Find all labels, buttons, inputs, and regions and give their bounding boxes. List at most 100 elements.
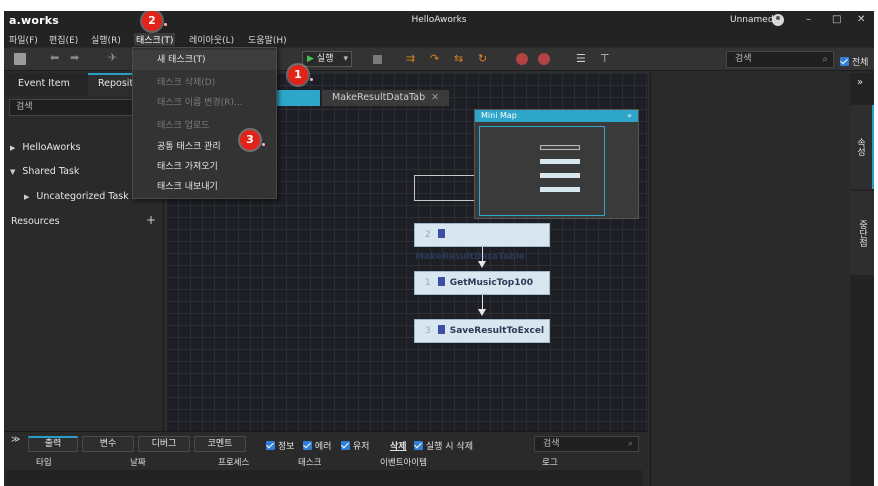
menu-item-export-task[interactable]: 태스크 내보내기 (133, 177, 276, 197)
connector-arrow-icon (478, 309, 486, 316)
connector-arrow-icon (478, 261, 486, 268)
menu-item-new-task[interactable]: 새 태스크(T) (133, 50, 276, 70)
forward-arrow-icon[interactable]: ➡ (70, 51, 82, 64)
output-search-input[interactable]: 검색 ⌕ (534, 436, 639, 452)
column-log[interactable]: 로그 (542, 456, 558, 468)
filter-label: 에러 (314, 442, 332, 452)
callout-dot (164, 23, 167, 26)
minimize-button[interactable]: – (806, 14, 811, 25)
step-into-icon[interactable]: ↷ (430, 52, 439, 65)
toolbar-search-placeholder: 검색 (735, 54, 752, 64)
close-button[interactable]: ✕ (857, 14, 865, 25)
filter-error-checkbox[interactable]: 에러 (303, 439, 331, 452)
user-name[interactable]: Unnamed (730, 15, 774, 25)
stop-icon[interactable] (373, 55, 382, 64)
column-process[interactable]: 프로세스 (218, 456, 249, 468)
menu-file[interactable]: 파일(F) (7, 33, 40, 46)
output-search-placeholder: 검색 (543, 439, 560, 449)
active-canvas-tab[interactable] (274, 90, 320, 106)
column-task[interactable]: 태스크 (298, 456, 321, 468)
align-top-icon[interactable]: ⊤ (600, 52, 610, 65)
add-breakpoint-icon[interactable] (516, 53, 528, 65)
toolbar-search-input[interactable]: 검색 ⌕ (726, 51, 834, 68)
chevron-right-icon: ▶ (24, 193, 30, 201)
expand-icon[interactable]: » (857, 77, 863, 88)
step-over-icon[interactable]: ⇉ (406, 52, 415, 65)
search-icon: ⌕ (822, 54, 828, 65)
column-date[interactable]: 날짜 (130, 456, 146, 468)
column-type[interactable]: 타입 (36, 456, 52, 468)
close-tab-icon[interactable]: ✕ (431, 92, 439, 103)
output-panel: ≫ 출력 변수 디버그 코멘트 정보 에러 유저 삭제 실행 시 삭제 검색 ⌕… (4, 431, 648, 486)
tree-item-label: HelloAworks (22, 142, 81, 153)
mini-map-node (540, 173, 580, 178)
checkbox-icon (414, 441, 423, 450)
pin-icon[interactable]: ✈ (108, 51, 120, 64)
mini-map[interactable]: Mini Map » (474, 109, 639, 219)
menu-edit[interactable]: 편집(E) (47, 33, 80, 46)
filter-user-checkbox[interactable]: 유저 (341, 439, 369, 452)
callout-badge-3: 3 (240, 130, 260, 150)
task-node[interactable]: 1 GetMusicTop100 (414, 271, 550, 295)
run-button-label: 실행 (316, 54, 334, 64)
add-resource-icon[interactable]: + (146, 213, 156, 227)
back-arrow-icon[interactable]: ⬅ (50, 51, 62, 64)
menu-layout[interactable]: 레이아웃(L) (187, 33, 236, 46)
document-icon (437, 229, 445, 238)
node-label: GetMusicTop100 (449, 278, 534, 288)
tab-variables[interactable]: 변수 (82, 436, 134, 452)
task-node[interactable]: 2 MakeResultDataTable (414, 223, 550, 262)
menu-run[interactable]: 실행(R) (89, 33, 123, 46)
tree-item-helloaworks[interactable]: ▶ HelloAworks (10, 142, 81, 153)
maximize-button[interactable]: □ (832, 14, 841, 25)
step-out-icon[interactable]: ⇆ (454, 52, 463, 65)
mini-map-node (540, 159, 580, 164)
tab-output[interactable]: 출력 (28, 436, 78, 452)
app-window: a.works HelloAworks Unnamed – □ ✕ 파일(F) … (4, 11, 874, 486)
tree-item-label: Uncategorized Task (36, 191, 129, 202)
delete-on-run-checkbox[interactable]: 실행 시 삭제 (414, 439, 473, 452)
title-bar: a.works HelloAworks Unnamed – □ ✕ (4, 11, 874, 31)
document-icon (437, 325, 445, 334)
tree-item-label: Shared Task (22, 166, 80, 177)
menu-bar: 파일(F) 편집(E) 실행(R) 태스크(T) 레이아웃(L) 도움말(H) (4, 31, 874, 47)
filter-info-checkbox[interactable]: 정보 (266, 439, 294, 452)
collapse-icon[interactable]: » (627, 110, 632, 122)
remove-breakpoint-icon[interactable] (538, 53, 550, 65)
node-number: 1 (425, 278, 431, 288)
user-avatar-icon[interactable] (772, 14, 784, 26)
align-icon[interactable]: ☰ (576, 52, 586, 65)
right-side-bar: » 속성 중단점 (850, 73, 874, 486)
menu-task[interactable]: 태스크(T) (134, 33, 176, 46)
mini-map-node (540, 145, 580, 150)
restart-icon[interactable]: ↻ (478, 52, 487, 65)
run-button[interactable]: ▶ 실행 ▾ (302, 51, 352, 67)
collapse-panel-icon[interactable]: ≫ (11, 435, 20, 445)
menu-help[interactable]: 도움말(H) (246, 33, 289, 46)
delete-log-link[interactable]: 삭제 (390, 439, 407, 452)
chevron-right-icon: ▶ (10, 144, 16, 152)
output-table-header: 타입 날짜 프로세스 태스크 이벤트아이템 로그 (4, 456, 648, 468)
all-checkbox[interactable]: 전체 (840, 55, 868, 68)
tab-comment[interactable]: 코멘트 (194, 436, 246, 452)
canvas-tab[interactable]: MakeResultDataTab ✕ (322, 90, 450, 106)
output-table-body (6, 470, 642, 486)
filter-label: 유저 (352, 442, 370, 452)
tab-event-item[interactable]: Event Item (18, 73, 86, 95)
checkbox-icon (840, 57, 849, 66)
callout-dot (262, 143, 265, 146)
mini-map-viewport[interactable] (479, 126, 605, 216)
properties-panel (650, 73, 850, 486)
menu-item-delete-task: 태스크 삭제(D) (157, 78, 216, 88)
node-number: 2 (425, 230, 431, 240)
save-icon[interactable] (14, 53, 26, 65)
menu-item-import-task[interactable]: 태스크 가져오기 (133, 157, 276, 177)
tree-item-uncategorized-task[interactable]: ▶ Uncategorized Task (24, 191, 129, 202)
resources-section[interactable]: Resources (11, 216, 60, 227)
tab-debug[interactable]: 디버그 (138, 436, 190, 452)
task-node[interactable]: 3 SaveResultToExcel (414, 319, 550, 343)
tab-breakpoints[interactable]: 중단점 (850, 191, 874, 275)
tab-properties[interactable]: 속성 (850, 105, 874, 189)
tree-item-shared-task[interactable]: ▼ Shared Task (10, 166, 79, 177)
column-event-item[interactable]: 이벤트아이템 (380, 456, 427, 468)
